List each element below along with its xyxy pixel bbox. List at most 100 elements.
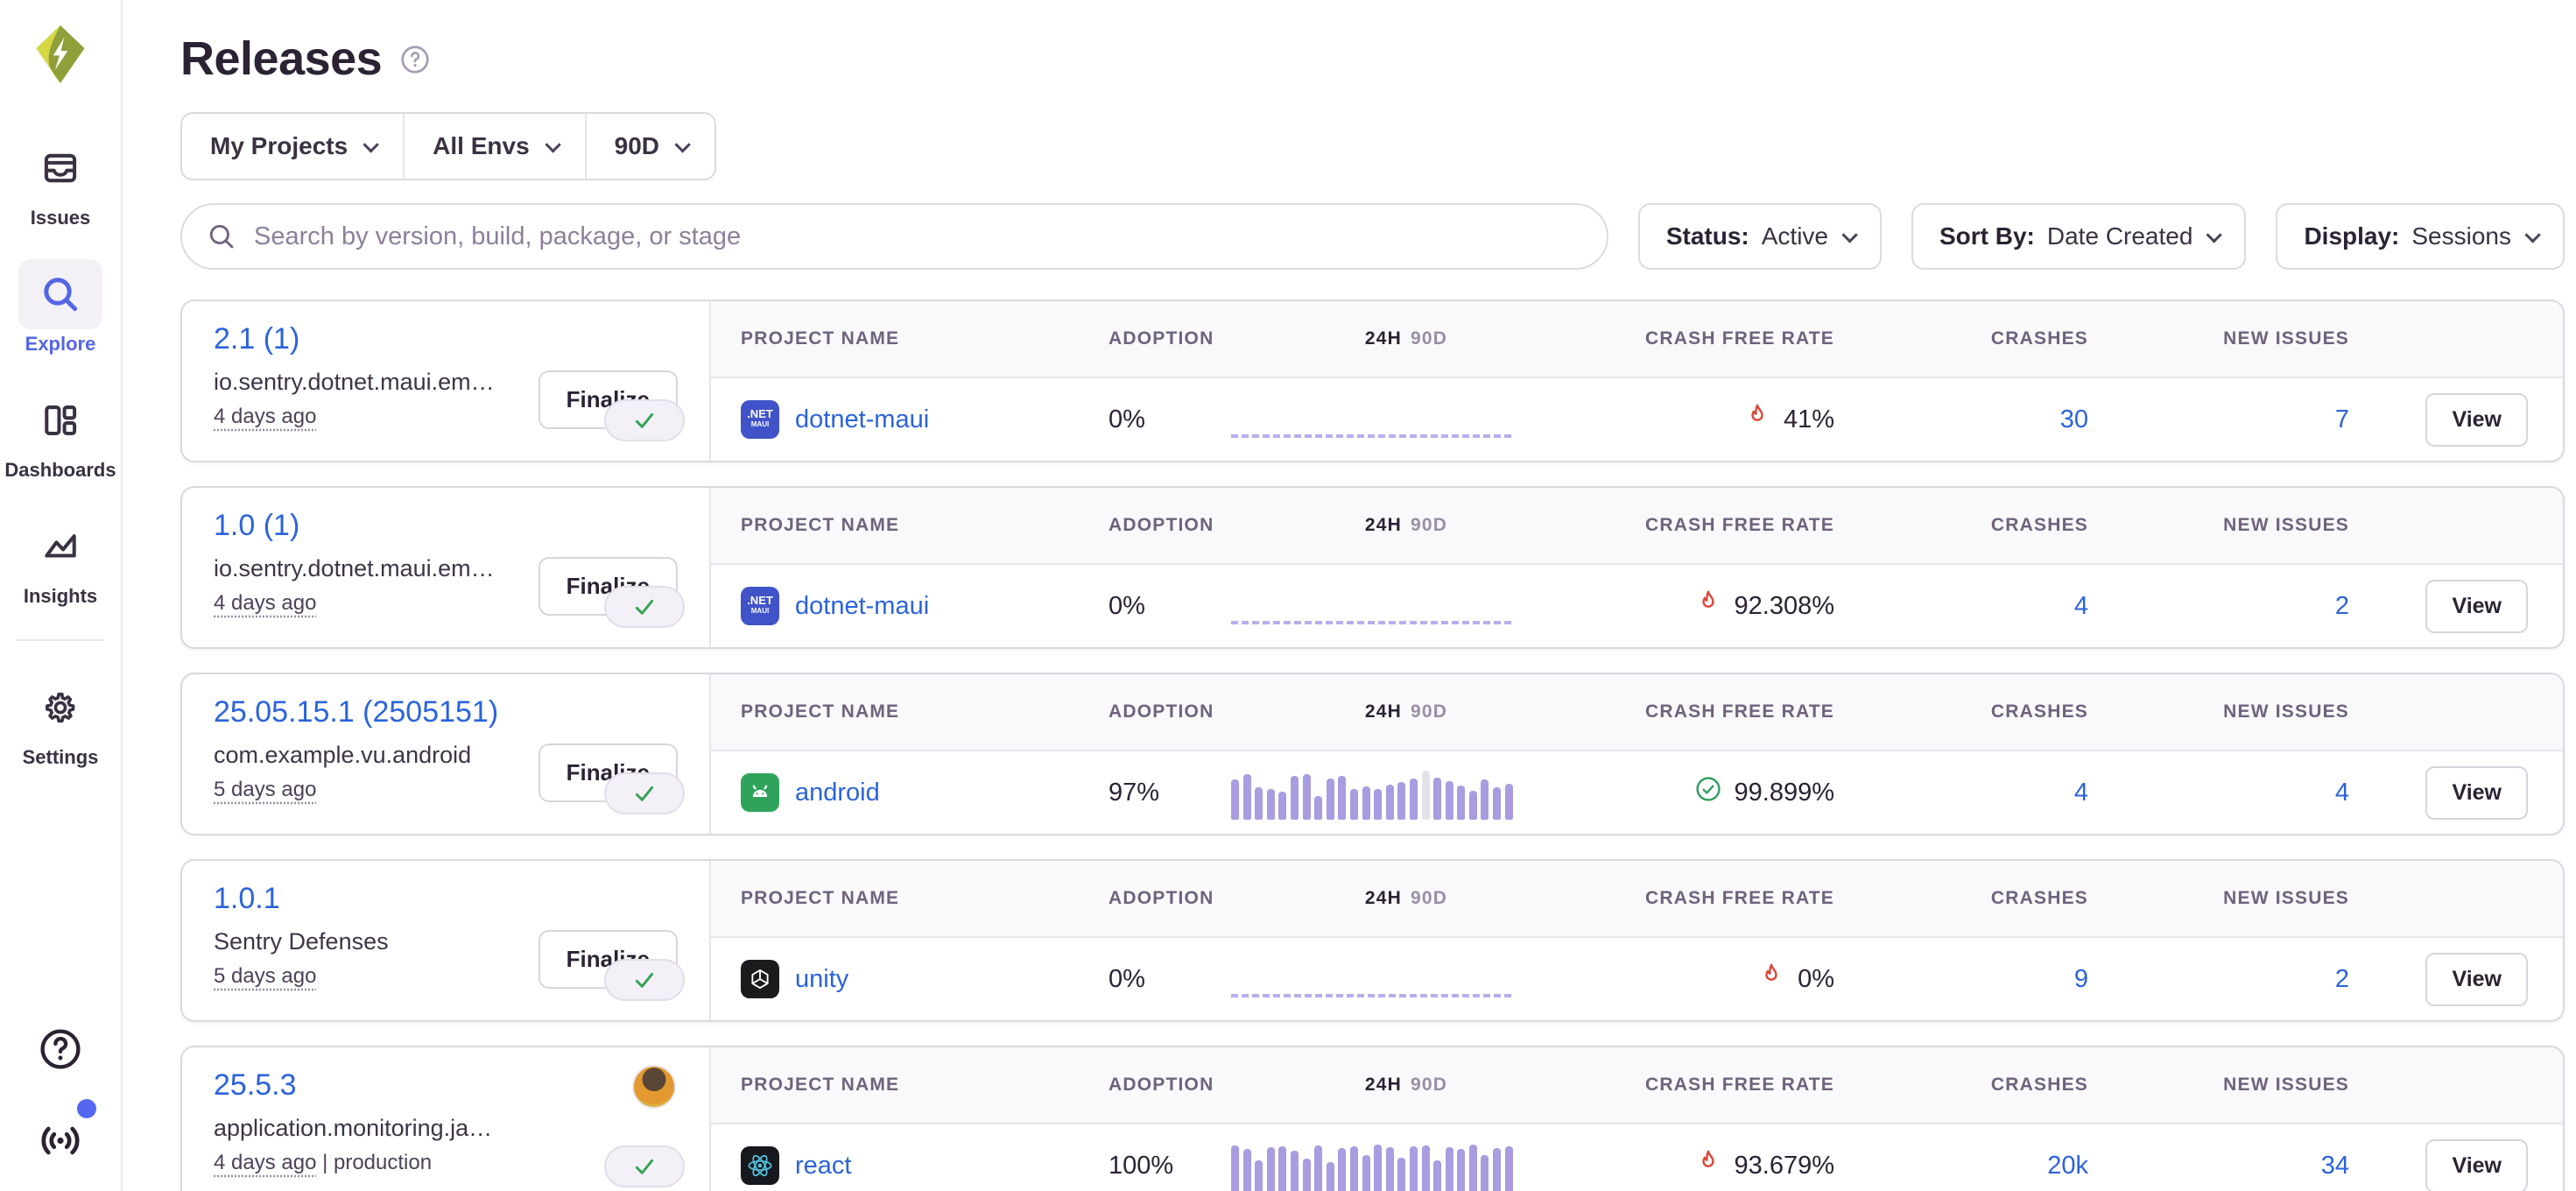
status-dropdown-value: Active: [1762, 222, 1828, 250]
project-filter-dropdown[interactable]: My Projects: [182, 114, 405, 179]
react-icon: [741, 1146, 779, 1185]
project-link[interactable]: dotnet-maui: [795, 405, 929, 434]
release-version-link[interactable]: 2.1 (1): [214, 322, 299, 356]
column-header-new-issues: New Issues: [2223, 701, 2349, 722]
column-header-crash-free-rate: Crash Free Rate: [1645, 328, 1834, 349]
column-header-24h: 24H: [1365, 888, 1402, 908]
table-header-row: Project Name Adoption 24H90D Crash Free …: [711, 1047, 2563, 1124]
project-link[interactable]: react: [795, 1152, 851, 1180]
sidebar-item-explore[interactable]: Explore: [18, 259, 102, 356]
release-panel: 25.05.15.1 (2505151) com.example.vu.andr…: [180, 673, 2565, 835]
finalized-check-badge[interactable]: [604, 399, 685, 441]
adoption-bar: [1493, 1148, 1501, 1191]
adoption-bar: [1481, 779, 1489, 820]
sidebar-item-settings[interactable]: Settings: [18, 673, 102, 769]
adoption-bar: [1303, 774, 1311, 820]
display-dropdown[interactable]: Display: Sessions: [2276, 203, 2565, 270]
column-header-chart-range: 24H90D: [1365, 701, 1447, 722]
release-package: com.example.vu.android: [214, 742, 581, 769]
adoption-bar: [1374, 1145, 1382, 1191]
project-link[interactable]: dotnet-maui: [795, 592, 929, 621]
crashes-count-link[interactable]: 4: [2074, 592, 2088, 620]
adoption-bar: [1338, 1148, 1346, 1191]
adoption-bar: [1338, 776, 1346, 820]
finalized-check-badge[interactable]: [604, 1145, 685, 1187]
new-issues-count-link[interactable]: 4: [2335, 779, 2349, 807]
release-created-at: 5 days ago: [214, 964, 316, 988]
release-created-at: 4 days ago: [214, 405, 316, 428]
sidebar-item-dashboards[interactable]: Dashboards: [4, 385, 116, 482]
project-link[interactable]: android: [795, 779, 880, 807]
column-header-project-name: Project Name: [741, 888, 1109, 909]
release-version-link[interactable]: 25.05.15.1 (2505151): [214, 695, 498, 729]
flame-icon: [1743, 402, 1771, 430]
search-input[interactable]: [252, 222, 1582, 252]
adoption-bar: [1291, 1151, 1299, 1191]
column-header-crashes: Crashes: [1991, 328, 2088, 349]
adoption-bar: [1386, 785, 1394, 820]
adoption-bar: [1327, 779, 1334, 820]
table-body-row: .NETMAUI dotnet-maui 0% 41% 30 7 View: [711, 378, 2563, 461]
sentry-logo-icon[interactable]: [32, 23, 89, 86]
column-header-24h: 24H: [1365, 1075, 1402, 1095]
release-info-card: 25.05.15.1 (2505151) com.example.vu.andr…: [182, 674, 711, 834]
release-version-link[interactable]: 1.0.1: [214, 882, 280, 916]
finalized-check-badge[interactable]: [604, 959, 685, 1001]
crashes-count-link[interactable]: 20k: [2047, 1152, 2088, 1180]
column-header-24h: 24H: [1365, 515, 1402, 535]
crashes-count-link[interactable]: 4: [2074, 779, 2088, 807]
crashes-count-link[interactable]: 30: [2060, 405, 2088, 433]
sidebar-item-issues[interactable]: Issues: [18, 133, 102, 229]
adoption-bar: [1303, 1159, 1311, 1191]
new-issues-count-link[interactable]: 2: [2335, 965, 2349, 993]
column-header-24h: 24H: [1365, 701, 1402, 722]
new-issues-count-link[interactable]: 7: [2335, 405, 2349, 433]
adoption-bar: [1291, 776, 1299, 820]
view-button[interactable]: View: [2425, 1139, 2528, 1191]
help-icon[interactable]: [38, 1026, 83, 1076]
view-button[interactable]: View: [2425, 393, 2528, 447]
check-icon: [630, 966, 658, 994]
view-button[interactable]: View: [2425, 766, 2528, 820]
new-issues-count-link[interactable]: 2: [2335, 592, 2349, 620]
search-icon: [207, 222, 236, 251]
view-button[interactable]: View: [2425, 580, 2528, 633]
release-version-link[interactable]: 25.5.3: [214, 1068, 297, 1103]
new-issues-count-link[interactable]: 34: [2321, 1152, 2349, 1180]
release-version-link[interactable]: 1.0 (1): [214, 509, 299, 543]
finalized-check-badge[interactable]: [604, 772, 685, 814]
broadcast-icon[interactable]: [37, 1113, 84, 1165]
release-list: 2.1 (1) io.sentry.dotnet.maui.em… 4 days…: [180, 300, 2565, 1191]
table-body-row: android 97% 99.899% 4 4 View: [711, 751, 2563, 834]
check-icon: [630, 779, 658, 807]
zero-adoption-dashed-line: [1231, 434, 1511, 438]
crash-free-rate: 93.679%: [1694, 1148, 1835, 1183]
release-created-at: 5 days ago: [214, 778, 316, 801]
dotnet-maui-icon: .NETMAUI: [741, 587, 779, 625]
environment-filter-dropdown[interactable]: All Envs: [405, 114, 586, 179]
date-range-filter-dropdown[interactable]: 90D: [587, 114, 714, 179]
adoption-bar: [1231, 1145, 1239, 1191]
view-button[interactable]: View: [2425, 953, 2528, 1006]
display-dropdown-label: Display:: [2304, 222, 2399, 250]
help-circle-icon[interactable]: [399, 44, 431, 80]
crashes-count-link[interactable]: 9: [2074, 965, 2088, 993]
sort-by-dropdown[interactable]: Sort By: Date Created: [1911, 203, 2246, 270]
release-health-table: Project Name Adoption 24H90D Crash Free …: [711, 674, 2563, 834]
crash-free-rate-value: 41%: [1784, 405, 1834, 434]
project-link[interactable]: unity: [795, 965, 848, 994]
release-panel: 1.0.1 Sentry Defenses 5 days ago Finaliz…: [180, 859, 2565, 1022]
column-header-adoption: Adoption: [1109, 515, 1231, 536]
crash-free-rate: 99.899%: [1694, 775, 1835, 810]
adoption-bar: [1255, 1160, 1263, 1191]
finalized-check-badge[interactable]: [604, 586, 685, 628]
sidebar-item-insights[interactable]: Insights: [18, 511, 102, 608]
adoption-bar: [1457, 786, 1465, 820]
column-header-adoption: Adoption: [1109, 701, 1231, 722]
column-header-new-issues: New Issues: [2223, 328, 2349, 349]
column-header-crashes: Crashes: [1991, 1075, 2088, 1096]
status-dropdown[interactable]: Status: Active: [1638, 203, 1882, 270]
table-body-row: .NETMAUI dotnet-maui 0% 92.308% 4 2 View: [711, 565, 2563, 647]
adoption-bar: [1350, 1146, 1358, 1191]
adoption-bar: [1433, 778, 1441, 820]
